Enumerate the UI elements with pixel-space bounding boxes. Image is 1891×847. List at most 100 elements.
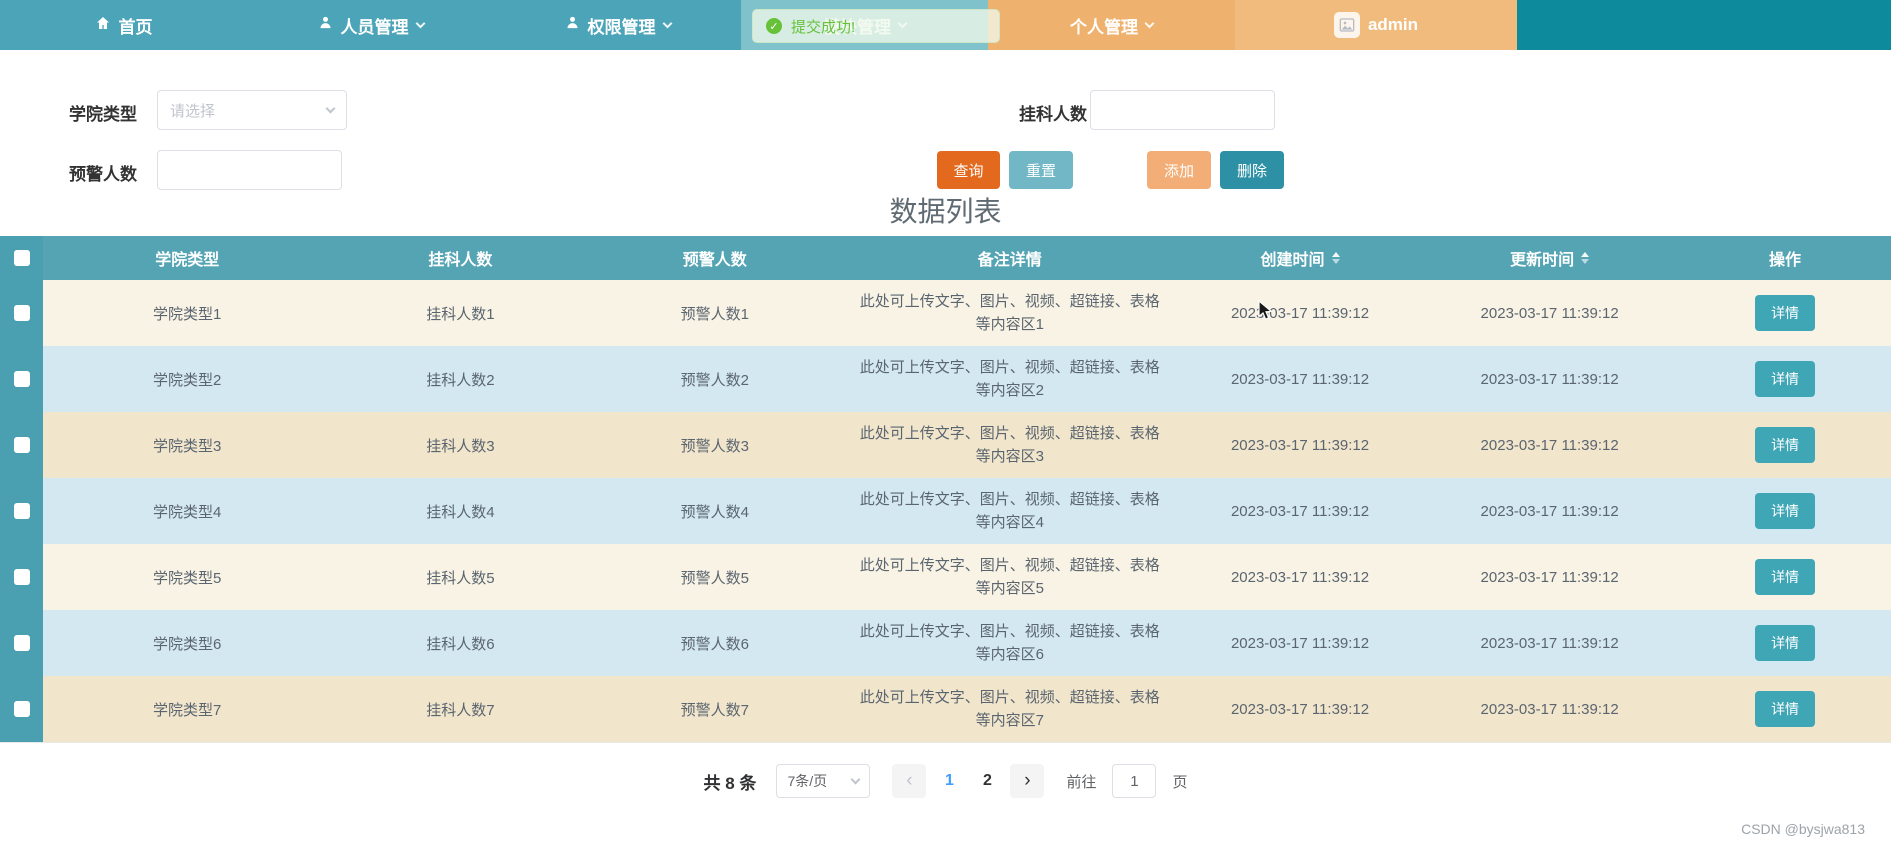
cell-warning-count: 预警人数1 bbox=[680, 305, 749, 323]
cell-note: 此处可上传文字、图片、视频、超链接、表格等内容区6 bbox=[840, 610, 1180, 676]
cell-operation: 详情 bbox=[1679, 412, 1891, 478]
nav-personnel-management[interactable]: 人员管理 bbox=[247, 0, 494, 50]
row-checkbox[interactable] bbox=[13, 569, 30, 585]
college-type-label: 学院类型 bbox=[69, 105, 137, 124]
note-text: 此处可上传文字、图片、视频、超链接、表格等内容区4 bbox=[859, 490, 1160, 531]
cell-fail-count: 挂科人数1 bbox=[426, 305, 495, 323]
prev-page-button[interactable]: ‹ bbox=[892, 764, 927, 798]
cell-created-time: 2023-03-17 11:39:12 bbox=[1230, 502, 1370, 520]
page-button-2[interactable]: 2 bbox=[972, 764, 1002, 798]
row-checkbox[interactable] bbox=[13, 635, 30, 651]
row-checkbox-cell bbox=[0, 346, 44, 412]
detail-button[interactable]: 详情 bbox=[1755, 493, 1816, 529]
cell-updated-time: 2023-03-17 11:39:12 bbox=[1480, 502, 1619, 520]
cell-operation: 详情 bbox=[1679, 676, 1891, 742]
cell-created-time: 2023-03-17 11:39:12 bbox=[1230, 634, 1370, 652]
table-row: 学院类型2 挂科人数2 预警人数2 此处可上传文字、图片、视频、超链接、表格等内… bbox=[0, 346, 1891, 412]
page-size-select[interactable]: 7条/页 bbox=[776, 764, 871, 798]
nav-personal-management[interactable]: 个人管理 bbox=[988, 0, 1235, 50]
detail-button[interactable]: 详情 bbox=[1755, 691, 1816, 727]
nav-admin-account[interactable]: admin bbox=[1235, 0, 1517, 50]
detail-button[interactable]: 详情 bbox=[1755, 427, 1816, 463]
cell-updated-time: 2023-03-17 11:39:12 bbox=[1480, 634, 1619, 652]
nav-personnel-label: 人员管理 bbox=[340, 17, 409, 37]
cell-warning-count: 预警人数6 bbox=[680, 635, 749, 653]
table-row: 学院类型4 挂科人数4 预警人数4 此处可上传文字、图片、视频、超链接、表格等内… bbox=[0, 478, 1891, 544]
college-type-select[interactable]: 请选择 bbox=[157, 90, 347, 130]
pagination-bar: 共 8 条 7条/页 ‹ 1 2 › 前往 页 bbox=[0, 764, 1891, 798]
table-row: 学院类型3 挂科人数3 预警人数3 此处可上传文字、图片、视频、超链接、表格等内… bbox=[0, 412, 1891, 478]
sort-desc-icon[interactable] bbox=[1331, 259, 1340, 264]
success-check-icon: ✓ bbox=[766, 18, 782, 34]
detail-button[interactable]: 详情 bbox=[1755, 559, 1816, 595]
toast-message: 提交成功! bbox=[791, 18, 856, 36]
warning-count-label: 预警人数 bbox=[69, 165, 137, 184]
header-created-time: 创建时间 bbox=[1180, 236, 1420, 280]
note-text: 此处可上传文字、图片、视频、超链接、表格等内容区1 bbox=[859, 292, 1160, 333]
app-screen: 首页 人员管理 权限管理 模块管理 个人管理 bbox=[0, 0, 1891, 847]
row-checkbox[interactable] bbox=[13, 437, 30, 453]
navbar-filler bbox=[1517, 0, 1891, 50]
page-button-1[interactable]: 1 bbox=[934, 764, 964, 798]
cell-note: 此处可上传文字、图片、视频、超链接、表格等内容区3 bbox=[840, 412, 1180, 478]
header-operation: 操作 bbox=[1769, 252, 1802, 269]
chevron-down-icon bbox=[1144, 18, 1155, 28]
cell-college-type: 学院类型2 bbox=[153, 371, 222, 389]
sort-asc-icon[interactable] bbox=[1581, 252, 1590, 257]
sort-icons[interactable] bbox=[1581, 252, 1590, 264]
cell-college-type: 学院类型4 bbox=[153, 503, 222, 521]
table-row: 学院类型7 挂科人数7 预警人数7 此处可上传文字、图片、视频、超链接、表格等内… bbox=[0, 676, 1891, 742]
page-size-value: 7条/页 bbox=[787, 773, 828, 789]
detail-button[interactable]: 详情 bbox=[1755, 625, 1816, 661]
detail-button[interactable]: 详情 bbox=[1755, 295, 1816, 331]
college-type-select-placeholder: 请选择 bbox=[170, 102, 216, 120]
row-checkbox[interactable] bbox=[13, 371, 30, 387]
sort-icons[interactable] bbox=[1331, 252, 1340, 264]
query-button[interactable]: 查询 bbox=[937, 151, 1000, 189]
row-checkbox[interactable] bbox=[13, 305, 30, 321]
table-header-row: 学院类型 挂科人数 预警人数 备注详情 创建时间 更新时间 操作 bbox=[0, 236, 1891, 280]
fail-count-input[interactable] bbox=[1090, 90, 1275, 130]
row-checkbox[interactable] bbox=[13, 701, 30, 717]
add-button[interactable]: 添加 bbox=[1147, 151, 1211, 189]
delete-button[interactable]: 删除 bbox=[1220, 151, 1284, 189]
table-row: 学院类型1 挂科人数1 预警人数1 此处可上传文字、图片、视频、超链接、表格等内… bbox=[0, 280, 1891, 346]
cell-fail-count: 挂科人数2 bbox=[426, 371, 495, 389]
cell-college-type: 学院类型7 bbox=[153, 701, 222, 719]
select-all-checkbox[interactable] bbox=[13, 250, 30, 266]
nav-permission-label: 权限管理 bbox=[587, 17, 656, 37]
reset-button[interactable]: 重置 bbox=[1009, 151, 1073, 189]
avatar bbox=[1333, 12, 1360, 38]
sort-asc-icon[interactable] bbox=[1331, 252, 1340, 257]
cell-note: 此处可上传文字、图片、视频、超链接、表格等内容区7 bbox=[840, 676, 1180, 742]
cell-warning-count: 预警人数7 bbox=[680, 701, 749, 719]
row-checkbox-cell bbox=[0, 676, 44, 742]
cell-warning-count: 预警人数3 bbox=[680, 437, 749, 455]
row-checkbox-cell bbox=[0, 412, 44, 478]
detail-button[interactable]: 详情 bbox=[1755, 361, 1816, 397]
cell-created-time: 2023-03-17 11:39:12 bbox=[1230, 436, 1370, 454]
cell-fail-count: 挂科人数3 bbox=[426, 437, 495, 455]
cell-operation: 详情 bbox=[1679, 610, 1891, 676]
warning-count-input[interactable] bbox=[157, 150, 342, 190]
nav-permission-management[interactable]: 权限管理 bbox=[494, 0, 741, 50]
cell-fail-count: 挂科人数5 bbox=[426, 569, 495, 587]
next-page-button[interactable]: › bbox=[1010, 764, 1045, 798]
table-row: 学院类型6 挂科人数6 预警人数6 此处可上传文字、图片、视频、超链接、表格等内… bbox=[0, 610, 1891, 676]
cell-operation: 详情 bbox=[1679, 280, 1891, 346]
cell-created-time: 2023-03-17 11:39:12 bbox=[1230, 700, 1370, 718]
header-note: 备注详情 bbox=[977, 252, 1042, 269]
cell-fail-count: 挂科人数7 bbox=[426, 701, 495, 719]
nav-home[interactable]: 首页 bbox=[0, 0, 247, 50]
cell-warning-count: 预警人数2 bbox=[680, 371, 749, 389]
cell-note: 此处可上传文字、图片、视频、超链接、表格等内容区1 bbox=[840, 280, 1180, 346]
sort-desc-icon[interactable] bbox=[1581, 259, 1590, 264]
cell-college-type: 学院类型1 bbox=[153, 305, 222, 323]
note-text: 此处可上传文字、图片、视频、超链接、表格等内容区7 bbox=[859, 688, 1160, 729]
row-checkbox-cell bbox=[0, 544, 44, 610]
cell-updated-time: 2023-03-17 11:39:12 bbox=[1480, 370, 1619, 388]
goto-page-input[interactable] bbox=[1112, 764, 1157, 798]
cell-fail-count: 挂科人数6 bbox=[426, 635, 495, 653]
row-checkbox[interactable] bbox=[13, 503, 30, 519]
fail-count-label: 挂科人数 bbox=[1019, 105, 1087, 124]
